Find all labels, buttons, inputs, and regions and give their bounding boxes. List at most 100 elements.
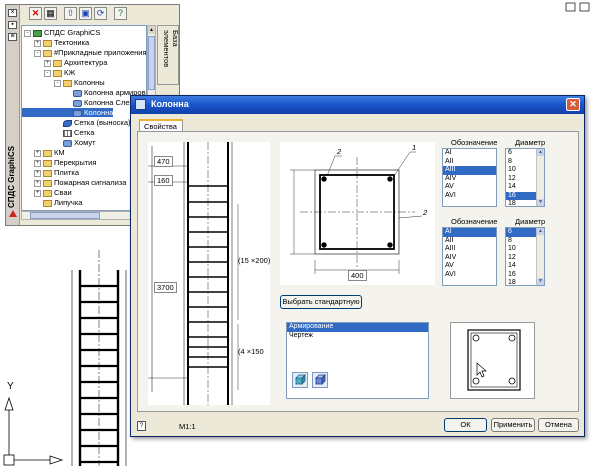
- expand-icon[interactable]: +: [34, 179, 41, 187]
- palette-close-icon[interactable]: ×: [8, 9, 17, 17]
- table2-grade-header: Обозначение: [451, 217, 498, 226]
- cube-blue-icon[interactable]: [312, 372, 328, 388]
- folder-icon: [43, 189, 52, 197]
- dim-400[interactable]: 400: [348, 270, 367, 281]
- tab-element-base-label: База элементов: [162, 30, 180, 68]
- table1-diameter-list[interactable]: 6 8 10 12 14 16 18 ▲ ▼: [505, 148, 545, 207]
- collapse-icon[interactable]: -: [44, 69, 51, 77]
- grid-icon: [63, 129, 72, 137]
- scroll-up-icon[interactable]: ▲: [537, 149, 544, 156]
- dialog-titlebar[interactable]: Колонна ✕: [131, 96, 584, 114]
- grade-option[interactable]: AVI: [443, 271, 496, 280]
- tree-item[interactable]: + Тектоника: [22, 38, 89, 47]
- status-bar: ? M1:1 ОК Применить Отмена: [131, 416, 584, 436]
- scroll-down-icon[interactable]: ▼: [537, 278, 544, 285]
- gear-icon: [73, 89, 82, 97]
- tree-item[interactable]: Хомут: [22, 138, 96, 147]
- tree-item[interactable]: Липучка: [22, 198, 82, 207]
- gear-icon: [63, 139, 72, 147]
- grade-option[interactable]: AIV: [443, 175, 496, 184]
- layer-list[interactable]: Армирование Чертеж: [286, 322, 429, 399]
- table1-grade-list[interactable]: AI AII AIII AIV AV AVI: [442, 148, 497, 207]
- tree-item[interactable]: - СПДС GraphiCS: [22, 28, 100, 37]
- expand-icon[interactable]: +: [34, 39, 41, 47]
- tree-item[interactable]: - КЖ: [22, 68, 75, 77]
- table2-diameter-header: Диаметр: [515, 217, 546, 226]
- gear-icon: [73, 99, 82, 107]
- apply-button[interactable]: Применить: [491, 418, 535, 432]
- dim-3700[interactable]: 3700: [154, 282, 177, 293]
- grade-option[interactable]: AIII: [443, 166, 496, 175]
- palette-menu-icon[interactable]: ≡: [8, 33, 17, 41]
- grade-option[interactable]: AI: [443, 149, 496, 158]
- tree-item[interactable]: + Пожарная сигнализа: [22, 178, 126, 187]
- collapse-icon[interactable]: -: [54, 79, 61, 87]
- grade-option[interactable]: AI: [443, 228, 496, 237]
- grade-option[interactable]: AIII: [443, 245, 496, 254]
- tree-item[interactable]: - #Прикладные приложения: [22, 48, 147, 57]
- table2-grade-list[interactable]: AI AII AIII AIV AV AVI: [442, 227, 497, 286]
- cancel-button[interactable]: Отмена: [538, 418, 579, 432]
- tree-item-label: #Прикладные приложения: [54, 48, 147, 57]
- up-folder-icon[interactable]: ⇧: [64, 7, 77, 20]
- table1-diameter-scrollbar[interactable]: ▲ ▼: [536, 149, 544, 206]
- element-tree[interactable]: - СПДС GraphiCS + Тектоника - #Прикладные при…: [21, 25, 147, 211]
- tree-item[interactable]: + Сваи: [22, 188, 72, 197]
- scale-label: M1:1: [179, 422, 196, 431]
- cube-teal-icon[interactable]: [292, 372, 308, 388]
- expand-icon[interactable]: +: [34, 189, 41, 197]
- grade-option[interactable]: AV: [443, 183, 496, 192]
- scroll-down-icon[interactable]: ▼: [537, 199, 544, 206]
- tree-item[interactable]: Сетка (выноска): [22, 118, 131, 127]
- pen-icon: [63, 119, 72, 127]
- scroll-up-icon[interactable]: ▲: [148, 26, 155, 34]
- view-icon[interactable]: ▣: [79, 7, 92, 20]
- grade-option[interactable]: AVI: [443, 192, 496, 201]
- select-standard-button[interactable]: Выбрать стандартную: [280, 295, 362, 309]
- scroll-thumb[interactable]: [148, 36, 155, 90]
- tree-item[interactable]: Сетка: [22, 128, 94, 137]
- close-icon[interactable]: ✕: [29, 7, 42, 20]
- grade-option[interactable]: AII: [443, 237, 496, 246]
- table2-diameter-list[interactable]: 6 8 10 12 14 16 18 ▲ ▼: [505, 227, 545, 286]
- delete-icon[interactable]: ▦: [44, 7, 57, 20]
- tab-element-base[interactable]: База элементов: [157, 25, 180, 85]
- tree-item[interactable]: + Плитка: [22, 168, 79, 177]
- dim-470[interactable]: 470: [154, 156, 173, 167]
- expand-icon[interactable]: +: [44, 59, 51, 67]
- expand-icon[interactable]: +: [34, 149, 41, 157]
- expand-icon[interactable]: +: [34, 159, 41, 167]
- table2-diameter-scrollbar[interactable]: ▲ ▼: [536, 228, 544, 285]
- cad-column-drawing: [71, 250, 127, 466]
- tree-item[interactable]: - Колонны: [22, 78, 105, 87]
- tree-horizontal-scrollbar[interactable]: [21, 211, 147, 220]
- tree-item[interactable]: Колонна: [22, 108, 114, 117]
- help-icon[interactable]: ?: [114, 7, 127, 20]
- layer-item[interactable]: Чертеж: [287, 332, 428, 341]
- tree-item[interactable]: Колонна Сле: [22, 98, 130, 107]
- folder-icon: [63, 79, 72, 87]
- axis-y-label: Y: [7, 381, 14, 392]
- tree-item-label: Сваи: [54, 188, 72, 197]
- palette-pin-icon[interactable]: ▪: [8, 21, 17, 29]
- dialog-close-button[interactable]: ✕: [566, 98, 580, 111]
- tree-item[interactable]: + Перекрытия: [22, 158, 96, 167]
- collapse-icon[interactable]: -: [24, 29, 31, 37]
- collapse-icon[interactable]: -: [34, 49, 41, 57]
- document-icon[interactable]: ?: [137, 421, 146, 431]
- tree-item-label: Хомут: [74, 138, 96, 147]
- grade-option[interactable]: AV: [443, 262, 496, 271]
- tree-item[interactable]: + Архитектура: [22, 58, 107, 67]
- scroll-up-icon[interactable]: ▲: [537, 228, 544, 235]
- dim-160[interactable]: 160: [154, 175, 173, 186]
- hscroll-thumb[interactable]: [30, 212, 100, 219]
- refresh-icon[interactable]: ⟳: [94, 7, 107, 20]
- layer-item[interactable]: Армирование: [287, 323, 428, 332]
- grade-option[interactable]: AIV: [443, 254, 496, 263]
- expand-icon[interactable]: +: [34, 169, 41, 177]
- ok-button[interactable]: ОК: [444, 418, 487, 432]
- tree-item[interactable]: + КМ: [22, 148, 65, 157]
- grade-option[interactable]: AII: [443, 158, 496, 167]
- tree-item-label: Архитектура: [64, 58, 108, 67]
- tree-item[interactable]: Колонна армиров: [22, 88, 146, 97]
